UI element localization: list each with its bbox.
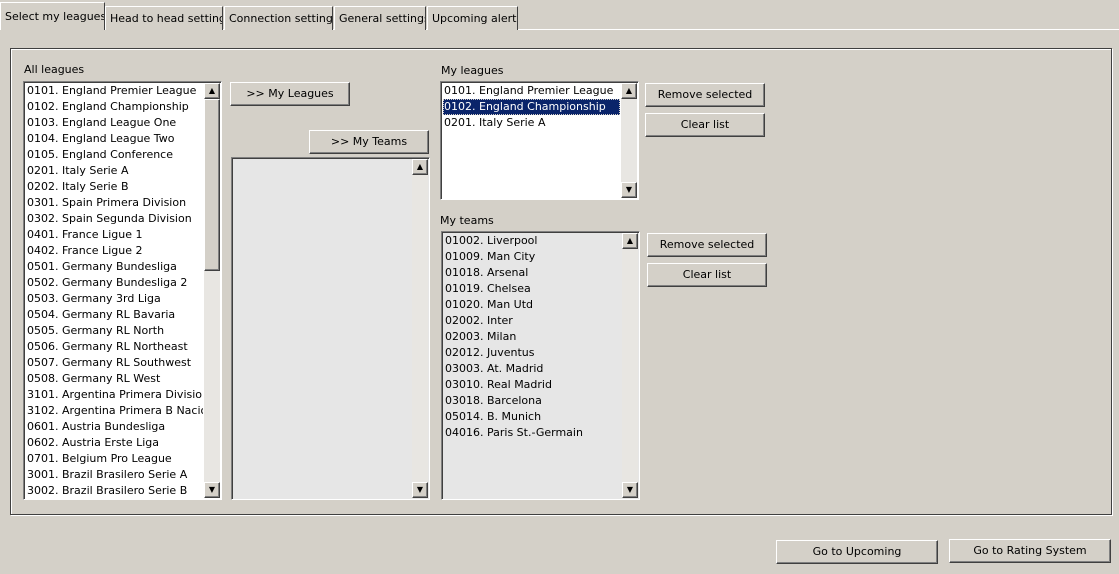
list-item[interactable]: 01009. Man City	[444, 249, 621, 265]
scroll-down-arrow-icon[interactable]: ▼	[412, 482, 428, 498]
list-item[interactable]: 0101. England Premier League	[26, 83, 203, 99]
list-item[interactable]: 01019. Chelsea	[444, 281, 621, 297]
list-item[interactable]: 0201. Italy Serie A	[443, 115, 620, 131]
scroll-thumb[interactable]	[204, 99, 220, 271]
my-leagues-scrollbar[interactable]: ▲ ▼	[621, 83, 637, 198]
list-item[interactable]: 05014. B. Munich	[444, 409, 621, 425]
all-leagues-label: All leagues	[24, 63, 85, 76]
list-item[interactable]: 3002. Brazil Brasilero Serie B	[26, 483, 203, 499]
list-item[interactable]: 03018. Barcelona	[444, 393, 621, 409]
tab-bar: Select my leagues Head to head settings …	[0, 0, 1119, 30]
my-leagues-label: My leagues	[441, 64, 504, 77]
my-teams-list: 01002. Liverpool 01009. Man City 01018. Ar…	[444, 233, 621, 441]
list-item[interactable]: 0602. Austria Erste Liga	[26, 435, 203, 451]
list-item[interactable]: 0402. France Ligue 2	[26, 243, 203, 259]
list-item[interactable]: 0202. Italy Serie B	[26, 179, 203, 195]
teams-clear-list-button[interactable]: Clear list	[647, 263, 767, 287]
list-item[interactable]: 04016. Paris St.-Germain	[444, 425, 621, 441]
list-item[interactable]: 03010. Real Madrid	[444, 377, 621, 393]
list-item[interactable]: 01018. Arsenal	[444, 265, 621, 281]
add-to-my-leagues-button[interactable]: >> My Leagues	[230, 82, 350, 106]
my-teams-scrollbar[interactable]: ▲ ▼	[622, 233, 638, 498]
scroll-up-arrow-icon[interactable]: ▲	[622, 233, 638, 249]
tab-head-to-head-settings[interactable]: Head to head settings	[105, 6, 223, 30]
tab-connection-settings[interactable]: Connection settings	[224, 6, 333, 30]
list-item[interactable]: 0302. Spain Segunda Division	[26, 211, 203, 227]
list-item[interactable]: 0701. Belgium Pro League	[26, 451, 203, 467]
tab-upcoming-alerts[interactable]: Upcoming alerts	[427, 6, 518, 30]
list-item[interactable]: 02002. Inter	[444, 313, 621, 329]
list-item[interactable]: 03003. At. Madrid	[444, 361, 621, 377]
list-item[interactable]: 0401. France Ligue 1	[26, 227, 203, 243]
add-to-my-teams-button[interactable]: >> My Teams	[309, 130, 429, 154]
scroll-up-arrow-icon[interactable]: ▲	[621, 83, 637, 99]
list-item[interactable]: 0103. England League One	[26, 115, 203, 131]
tab-general-settings[interactable]: General settings	[334, 6, 426, 30]
list-item[interactable]: 0102. England Championship	[443, 99, 620, 115]
go-to-rating-system-button[interactable]: Go to Rating System	[949, 539, 1111, 563]
my-leagues-list: 0101. England Premier League 0102. Englan…	[443, 83, 620, 131]
list-item[interactable]: 0505. Germany RL North	[26, 323, 203, 339]
scroll-down-arrow-icon[interactable]: ▼	[621, 182, 637, 198]
list-item[interactable]: 0601. Austria Bundesliga	[26, 419, 203, 435]
tab-select-my-leagues[interactable]: Select my leagues	[0, 2, 105, 30]
list-item[interactable]: 0503. Germany 3rd Liga	[26, 291, 203, 307]
league-teams-listbox[interactable]: ▲ ▼	[231, 157, 430, 500]
teams-remove-selected-button[interactable]: Remove selected	[647, 233, 767, 257]
list-item[interactable]: 0502. Germany Bundesliga 2	[26, 275, 203, 291]
list-item[interactable]: 02003. Milan	[444, 329, 621, 345]
leagues-clear-list-button[interactable]: Clear list	[645, 113, 765, 137]
list-item[interactable]: 0101. England Premier League	[443, 83, 620, 99]
all-leagues-listbox[interactable]: 0101. England Premier League 0102. Englan…	[23, 81, 222, 500]
list-item[interactable]: 0104. England League Two	[26, 131, 203, 147]
list-item[interactable]: 0201. Italy Serie A	[26, 163, 203, 179]
list-item[interactable]: 0501. Germany Bundesliga	[26, 259, 203, 275]
all-leagues-list: 0101. England Premier League 0102. Englan…	[26, 83, 203, 499]
list-item[interactable]: 3101. Argentina Primera Division	[26, 387, 203, 403]
scroll-up-arrow-icon[interactable]: ▲	[204, 83, 220, 99]
list-item[interactable]: 0504. Germany RL Bavaria	[26, 307, 203, 323]
list-item[interactable]: 01020. Man Utd	[444, 297, 621, 313]
go-to-upcoming-button[interactable]: Go to Upcoming	[776, 540, 938, 564]
all-leagues-scrollbar[interactable]: ▲ ▼	[204, 83, 220, 498]
leagues-remove-selected-button[interactable]: Remove selected	[645, 83, 765, 107]
list-item[interactable]: 0102. England Championship	[26, 99, 203, 115]
list-item[interactable]: 0506. Germany RL Northeast	[26, 339, 203, 355]
list-item[interactable]: 0508. Germany RL West	[26, 371, 203, 387]
list-item[interactable]: 0507. Germany RL Southwest	[26, 355, 203, 371]
scroll-down-arrow-icon[interactable]: ▼	[622, 482, 638, 498]
list-item[interactable]: 3102. Argentina Primera B Nacional	[26, 403, 203, 419]
list-item[interactable]: 0301. Spain Primera Division	[26, 195, 203, 211]
scroll-up-arrow-icon[interactable]: ▲	[412, 159, 428, 175]
list-item[interactable]: 3001. Brazil Brasilero Serie A	[26, 467, 203, 483]
my-leagues-listbox[interactable]: 0101. England Premier League 0102. Englan…	[440, 81, 639, 200]
list-item[interactable]: 01002. Liverpool	[444, 233, 621, 249]
list-item[interactable]: 0105. England Conference	[26, 147, 203, 163]
league-teams-scrollbar[interactable]: ▲ ▼	[412, 159, 428, 498]
my-teams-label: My teams	[440, 214, 494, 227]
my-teams-listbox[interactable]: 01002. Liverpool 01009. Man City 01018. Ar…	[441, 231, 640, 500]
scroll-down-arrow-icon[interactable]: ▼	[204, 482, 220, 498]
list-item[interactable]: 02012. Juventus	[444, 345, 621, 361]
